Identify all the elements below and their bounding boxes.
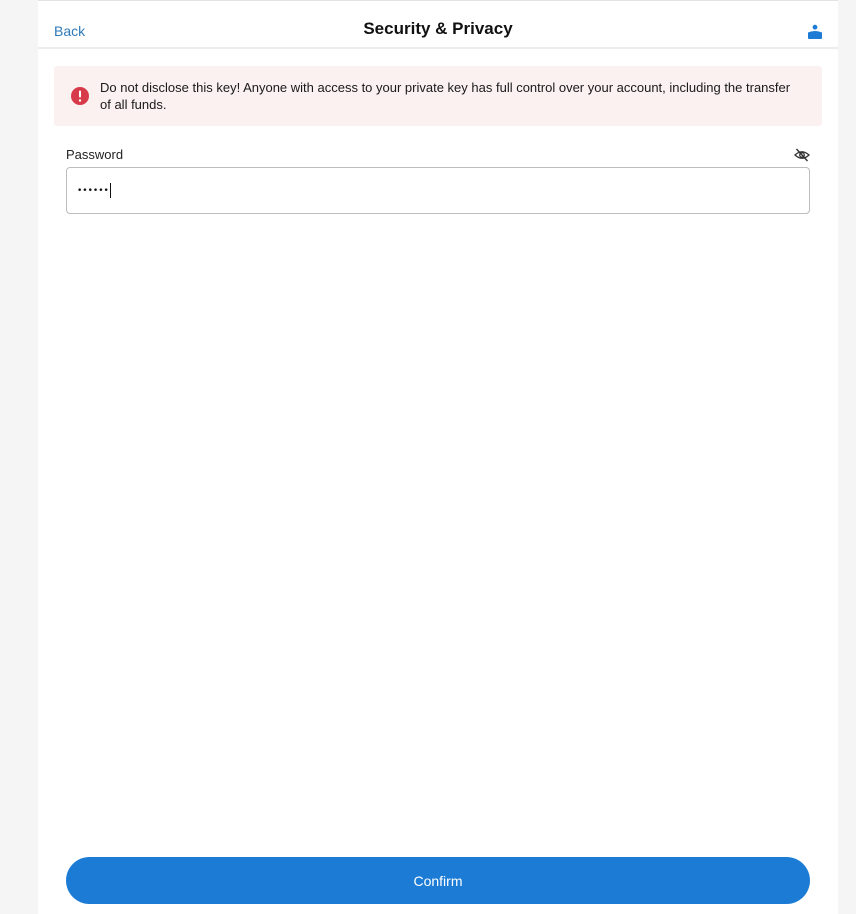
password-masked-value: •••••• — [77, 185, 109, 196]
header: Back Security & Privacy — [38, 1, 838, 49]
confirm-button[interactable]: Confirm — [66, 857, 810, 904]
exclamation-circle-icon — [70, 86, 90, 106]
security-privacy-panel: Back Security & Privacy Do not disclose … — [38, 0, 838, 914]
password-label: Password — [66, 147, 124, 162]
warning-text: Do not disclose this key! Anyone with ac… — [100, 80, 791, 112]
text-caret — [109, 183, 111, 198]
private-key-warning: Do not disclose this key! Anyone with ac… — [54, 66, 822, 126]
password-input[interactable]: •••••• — [66, 167, 810, 214]
page-title: Security & Privacy — [363, 19, 513, 38]
eye-slash-icon[interactable] — [794, 147, 810, 163]
user-account-icon[interactable] — [806, 23, 824, 41]
